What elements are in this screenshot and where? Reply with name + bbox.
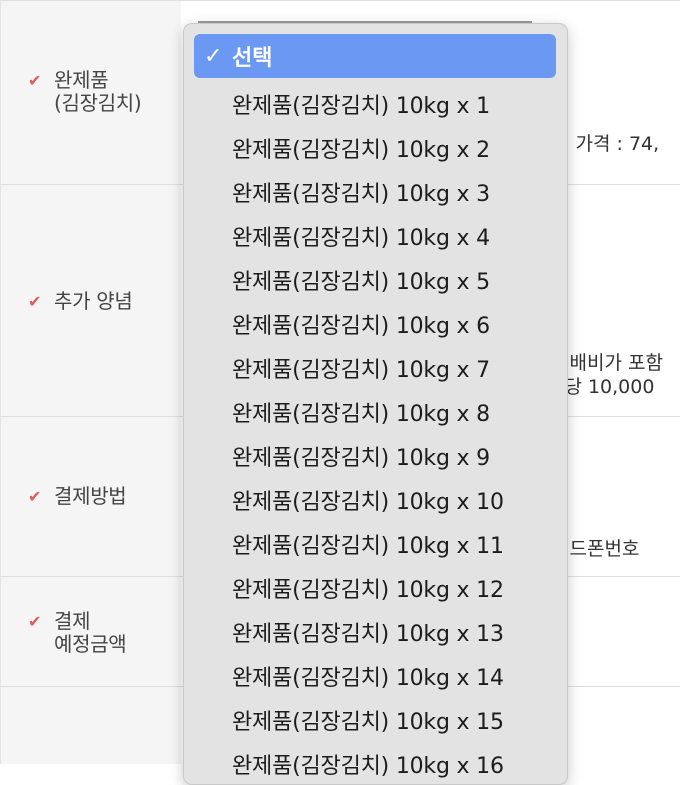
row-label-text: 완제품 (김장김치) [54, 68, 142, 115]
row-label-text: 추가 양념 [54, 289, 133, 313]
option-label: 선택 [232, 46, 273, 71]
delivery-note-line1: 백배비가 포함 [552, 352, 663, 374]
dropdown-option[interactable]: 완제품(김장김치) 10kg x 8 [232, 396, 490, 428]
dropdown-option[interactable]: 완제품(김장김치) 10kg x 15 [232, 704, 504, 736]
dropdown-option[interactable]: 완제품(김장김치) 10kg x 3 [232, 176, 490, 208]
row-label-product: ✔ 완제품 (김장김치) [28, 68, 142, 115]
row-label-payment-method: ✔ 결제방법 [28, 484, 127, 508]
checkmark-icon: ✔ [28, 71, 42, 90]
dropdown-option[interactable]: 완제품(김장김치) 10kg x 10 [232, 484, 504, 516]
checkmark-icon: ✔ [28, 612, 42, 631]
row-label-text: 결제방법 [54, 484, 127, 508]
quantity-dropdown-list[interactable]: ✓ 선택 완제품(김장김치) 10kg x 1 완제품(김장김치) 10kg x… [183, 23, 568, 785]
dropdown-option[interactable]: 완제품(김장김치) 10kg x 11 [232, 528, 504, 560]
dropdown-option[interactable]: 완제품(김장김치) 10kg x 9 [232, 440, 490, 472]
dropdown-option[interactable]: 완제품(김장김치) 10kg x 14 [232, 660, 504, 692]
checkmark-icon: ✓ [204, 43, 223, 69]
row-label-text: 결제 예정금액 [54, 609, 127, 656]
option-select-placeholder[interactable]: ✓ 선택 [194, 34, 556, 78]
dropdown-option[interactable]: 완제품(김장김치) 10kg x 16 [232, 748, 504, 780]
dropdown-option[interactable]: 완제품(김장김치) 10kg x 13 [232, 616, 504, 648]
dropdown-option[interactable]: 완제품(김장김치) 10kg x 1 [232, 88, 490, 120]
price-text: ㅐ 가격 : 74, [552, 133, 660, 155]
dropdown-option[interactable]: 완제품(김장김치) 10kg x 2 [232, 132, 490, 164]
dropdown-option[interactable]: 완제품(김장김치) 10kg x 12 [232, 572, 504, 604]
dropdown-option[interactable]: 완제품(김장김치) 10kg x 6 [232, 308, 490, 340]
dropdown-option[interactable]: 완제품(김장김치) 10kg x 4 [232, 220, 490, 252]
row-label-expected-amount: ✔ 결제 예정금액 [28, 609, 127, 656]
dropdown-option[interactable]: 완제품(김장김치) 10kg x 7 [232, 352, 490, 384]
checkmark-icon: ✔ [28, 487, 42, 506]
row-label-extra-seasoning: ✔ 추가 양념 [28, 289, 133, 313]
divider [0, 0, 680, 1]
dropdown-option[interactable]: 완제품(김장김치) 10kg x 5 [232, 264, 490, 296]
checkmark-icon: ✔ [28, 292, 42, 311]
